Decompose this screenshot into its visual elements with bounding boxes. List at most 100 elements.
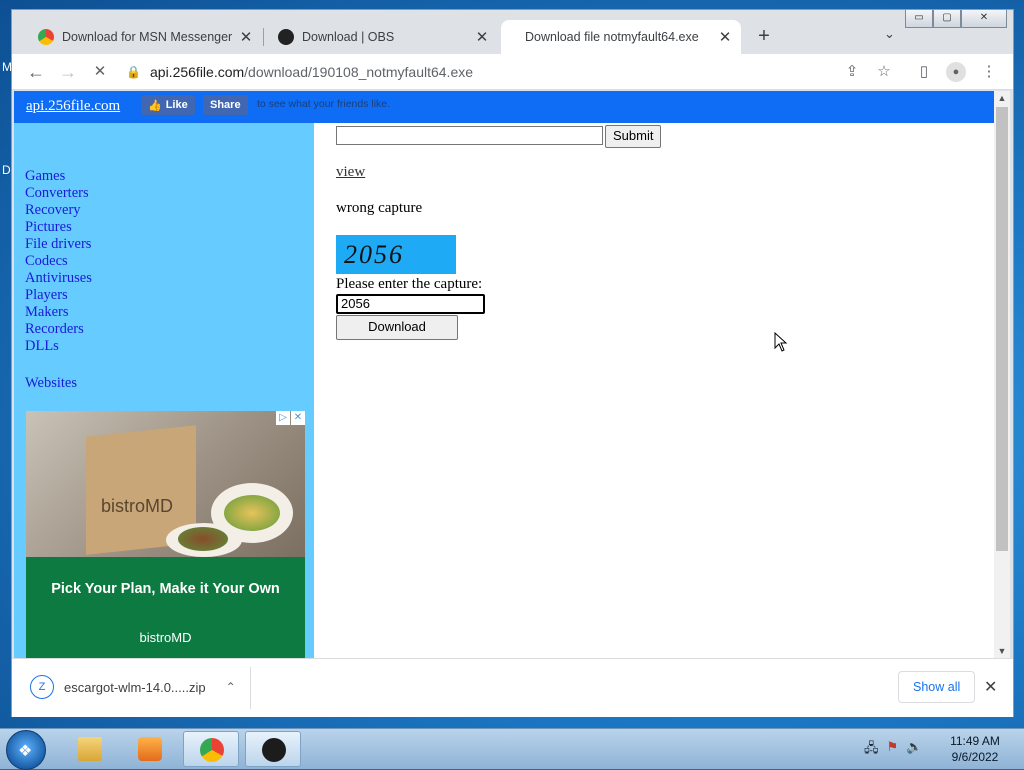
window-controls: ▭ ▢ ✕	[905, 10, 1007, 28]
minimize-button[interactable]: ▭	[905, 10, 933, 28]
action-center-flag-icon[interactable]: ⚑	[887, 739, 899, 761]
obs-icon	[262, 738, 286, 762]
url-host: api.256file.com	[150, 64, 245, 80]
ad-food	[178, 527, 228, 551]
tab-title: Download file notmyfault64.exe	[525, 30, 699, 44]
download-button[interactable]: Download	[336, 315, 458, 340]
facebook-like-button[interactable]: 👍 Like	[141, 95, 195, 115]
tab-notmyfault-download[interactable]: Download file notmyfault64.exe ✕	[501, 20, 741, 54]
folder-icon	[78, 737, 102, 761]
show-all-button[interactable]: Show all	[898, 671, 976, 703]
tab-close-icon[interactable]: ✕	[236, 28, 256, 46]
forward-button[interactable]: →	[56, 60, 80, 84]
category-link[interactable]: File drivers	[25, 236, 92, 253]
new-tab-button[interactable]: +	[752, 24, 776, 48]
facebook-share-button[interactable]: Share	[203, 95, 248, 115]
chrome-menu-icon[interactable]: ⋮	[979, 62, 999, 82]
browser-toolbar: ← → ✕ 🔒 api.256file.com/download/190108_…	[12, 54, 1013, 90]
url-path: /download/190108_notmyfault64.exe	[244, 64, 474, 80]
media-player-icon	[138, 737, 162, 761]
view-link[interactable]: view	[336, 164, 365, 181]
search-input[interactable]	[336, 126, 603, 145]
share-icon[interactable]: ⇪	[842, 62, 862, 82]
category-link[interactable]: Antiviruses	[25, 270, 92, 287]
category-link[interactable]: Recovery	[25, 202, 92, 219]
obs-favicon-icon	[278, 29, 294, 45]
captcha-image: 2056	[336, 235, 456, 274]
close-shelf-icon[interactable]: ✕	[984, 677, 997, 697]
category-link[interactable]: Codecs	[25, 253, 92, 270]
tab-close-icon[interactable]: ✕	[715, 28, 735, 46]
scroll-down-icon[interactable]: ▼	[994, 644, 1010, 658]
like-label: Like	[165, 99, 188, 111]
category-link[interactable]: Converters	[25, 185, 92, 202]
tab-close-icon[interactable]: ✕	[472, 28, 492, 46]
download-filename: escargot-wlm-14.0.....zip	[64, 679, 206, 695]
taskbar: ❖ 🖧 ⚑ 🔈 11:49 AM 9/6/2022	[0, 728, 1024, 770]
clock-date: 9/6/2022	[951, 750, 999, 764]
category-link[interactable]: Recorders	[25, 321, 92, 338]
site-home-link[interactable]: api.256file.com	[26, 98, 120, 115]
stop-loading-button[interactable]: ✕	[88, 60, 112, 84]
advertisement[interactable]: bistroMD ▷ ✕ Pick Your Plan, Make it You…	[26, 411, 305, 658]
category-list: Games Converters Recovery Pictures File …	[25, 168, 92, 355]
ad-logo: bistroMD	[139, 630, 192, 645]
tab-title: Download | OBS	[302, 30, 395, 44]
tab-search-icon[interactable]: ⌄	[884, 26, 895, 42]
start-button[interactable]: ❖	[6, 730, 46, 770]
ad-headline: Pick Your Plan, Make it Your Own	[51, 581, 280, 597]
ad-box-brand: bistroMD	[101, 496, 174, 516]
bookmark-star-icon[interactable]: ☆	[874, 62, 894, 82]
taskbar-obs[interactable]	[245, 731, 301, 767]
taskbar-media-player[interactable]	[122, 731, 178, 767]
maximize-button[interactable]: ▢	[933, 10, 961, 28]
category-link[interactable]: DLLs	[25, 338, 92, 355]
error-message: wrong capture	[336, 200, 423, 216]
download-item[interactable]: Z escargot-wlm-14.0.....zip ⌃	[30, 675, 236, 699]
system-tray: 🖧 ⚑ 🔈	[864, 739, 922, 761]
category-link[interactable]: Games	[25, 168, 92, 185]
download-shelf: Z escargot-wlm-14.0.....zip ⌃ Show all ✕	[12, 658, 1013, 717]
taskbar-chrome[interactable]	[183, 731, 239, 767]
adchoices-icon[interactable]: ▷	[276, 411, 290, 425]
tab-title: Download for MSN Messenger |	[62, 30, 236, 44]
clock-time: 11:49 AM	[950, 734, 1000, 748]
submit-button[interactable]: Submit	[605, 125, 662, 148]
chrome-favicon-icon	[38, 29, 54, 45]
profile-avatar-icon[interactable]: ●	[946, 62, 966, 82]
scroll-thumb[interactable]	[996, 107, 1008, 551]
volume-icon[interactable]: 🔈	[906, 739, 922, 761]
tab-separator	[263, 28, 264, 46]
address-bar[interactable]: 🔒 api.256file.com/download/190108_notmyf…	[126, 58, 906, 86]
page-scrollbar[interactable]: ▲ ▼	[994, 91, 1010, 658]
clock[interactable]: 11:49 AM 9/6/2022	[940, 733, 1010, 765]
chevron-up-icon[interactable]: ⌃	[226, 680, 236, 694]
scroll-up-icon[interactable]: ▲	[994, 91, 1010, 105]
taskbar-explorer[interactable]	[62, 731, 118, 767]
ad-close-icon[interactable]: ✕	[291, 411, 305, 425]
sidebar: Games Converters Recovery Pictures File …	[14, 123, 314, 658]
tab-strip: Download for MSN Messenger | ✕ Download …	[12, 10, 1013, 54]
page-viewport: api.256file.com 👍 Like Share to see what…	[14, 91, 994, 658]
ad-food	[224, 495, 280, 531]
captcha-label: Please enter the capture:	[336, 276, 483, 292]
ad-image: bistroMD	[26, 411, 305, 557]
category-link[interactable]: Makers	[25, 304, 92, 321]
back-button[interactable]: ←	[24, 60, 48, 84]
lock-icon[interactable]: 🔒	[126, 65, 141, 79]
close-window-button[interactable]: ✕	[961, 10, 1007, 28]
tab-obs[interactable]: Download | OBS ✕	[266, 20, 498, 54]
chrome-icon	[200, 738, 224, 762]
category-link[interactable]: Pictures	[25, 219, 92, 236]
mouse-cursor-icon	[774, 332, 788, 352]
captcha-input[interactable]: 2056	[336, 294, 485, 314]
tab-msn-messenger[interactable]: Download for MSN Messenger | ✕	[26, 20, 262, 54]
desktop-icon-label[interactable]: D	[2, 163, 11, 177]
network-icon[interactable]: 🖧	[864, 739, 879, 761]
windows-logo-icon: ❖	[18, 743, 33, 760]
zip-file-icon: Z	[30, 675, 54, 699]
category-link[interactable]: Players	[25, 287, 92, 304]
side-panel-icon[interactable]: ▯	[914, 62, 934, 82]
websites-link[interactable]: Websites	[25, 375, 77, 392]
site-header: api.256file.com 👍 Like Share to see what…	[14, 91, 994, 123]
